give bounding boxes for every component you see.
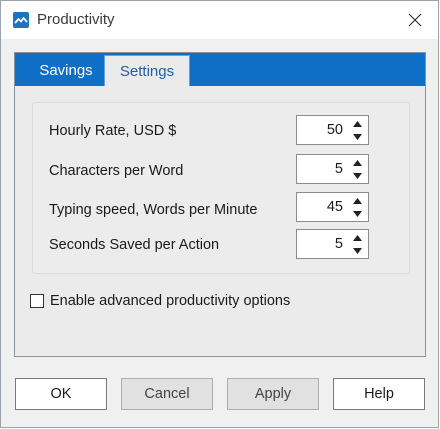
chevron-up-icon [352,235,362,241]
chevron-down-icon [352,211,362,217]
apply-button[interactable]: Apply [227,378,319,410]
seconds-saved-stepper[interactable] [296,229,369,259]
typing-speed-increment[interactable] [350,195,364,207]
title-bar: Productivity [1,1,438,39]
advanced-options-row: Enable advanced productivity options [30,293,290,309]
characters-per-word-label: Characters per Word [49,163,184,179]
seconds-saved-decrement[interactable] [350,245,364,257]
chevron-down-icon [352,248,362,254]
typing-speed-decrement[interactable] [350,208,364,220]
productivity-app-icon [13,12,29,28]
close-icon [408,13,422,27]
ok-button[interactable]: OK [15,378,107,410]
hourly-rate-label: Hourly Rate, USD $ [49,123,177,139]
typing-speed-input[interactable] [299,196,343,218]
hourly-rate-input[interactable] [299,119,343,141]
chevron-up-icon [352,198,362,204]
characters-per-word-increment[interactable] [350,157,364,169]
chevron-up-icon [352,121,362,127]
window-title: Productivity [37,11,115,28]
seconds-saved-increment[interactable] [350,232,364,244]
typing-speed-stepper[interactable] [296,192,369,222]
tab-strip: Savings Settings [15,53,425,86]
advanced-options-label: Enable advanced productivity options [50,293,291,309]
hourly-rate-decrement[interactable] [350,131,364,143]
chevron-down-icon [352,134,362,140]
seconds-saved-label: Seconds Saved per Action [49,237,220,253]
hourly-rate-increment[interactable] [350,118,364,130]
cancel-button[interactable]: Cancel [121,378,213,410]
characters-per-word-input[interactable] [299,158,343,180]
chevron-up-icon [352,160,362,166]
close-button[interactable] [402,7,428,33]
characters-per-word-stepper[interactable] [296,154,369,184]
tab-savings[interactable]: Savings [25,55,107,86]
hourly-rate-stepper[interactable] [296,115,369,145]
advanced-options-checkbox[interactable] [30,294,44,308]
tab-settings[interactable]: Settings [104,55,190,86]
seconds-saved-input[interactable] [299,233,343,255]
typing-speed-label: Typing speed, Words per Minute [49,202,258,218]
characters-per-word-decrement[interactable] [350,170,364,182]
help-button[interactable]: Help [333,378,425,410]
chevron-down-icon [352,173,362,179]
tab-control: Savings Settings Hourly Rate, USD $ Char… [14,52,426,357]
productivity-dialog: Productivity Savings Settings Hourly Rat… [0,0,439,428]
settings-group: Hourly Rate, USD $ Characters per Word T… [32,102,410,274]
